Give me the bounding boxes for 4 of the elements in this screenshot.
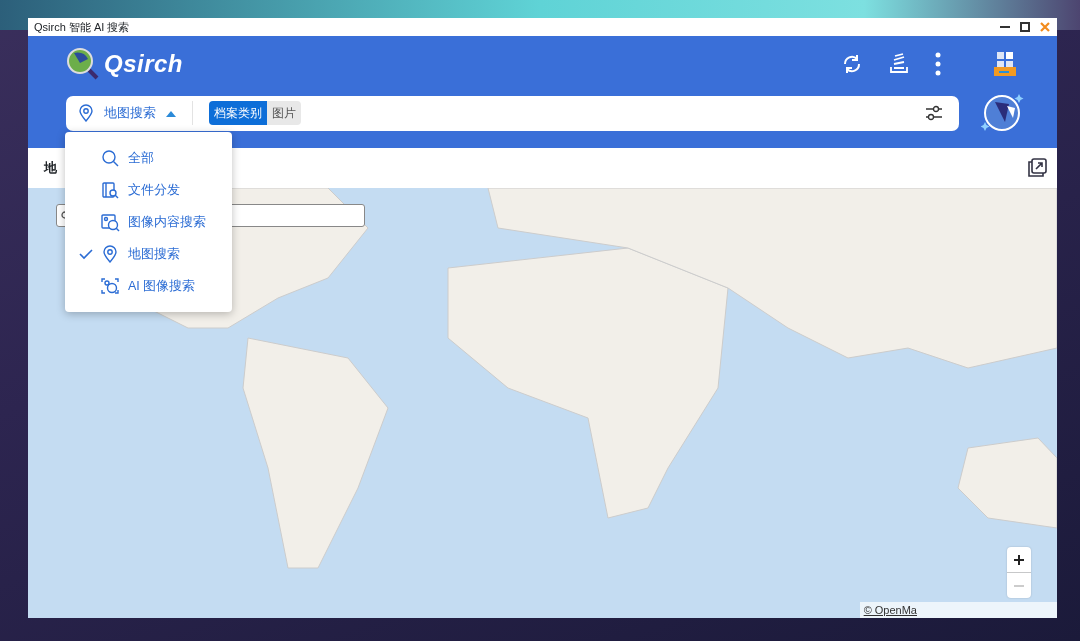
category-chip-label: 档案类别 (209, 101, 267, 125)
panel-title: 地 (44, 159, 57, 178)
app-logo: Qsirch (104, 49, 184, 79)
window-title: Qsirch 智能 AI 搜索 (34, 19, 130, 35)
